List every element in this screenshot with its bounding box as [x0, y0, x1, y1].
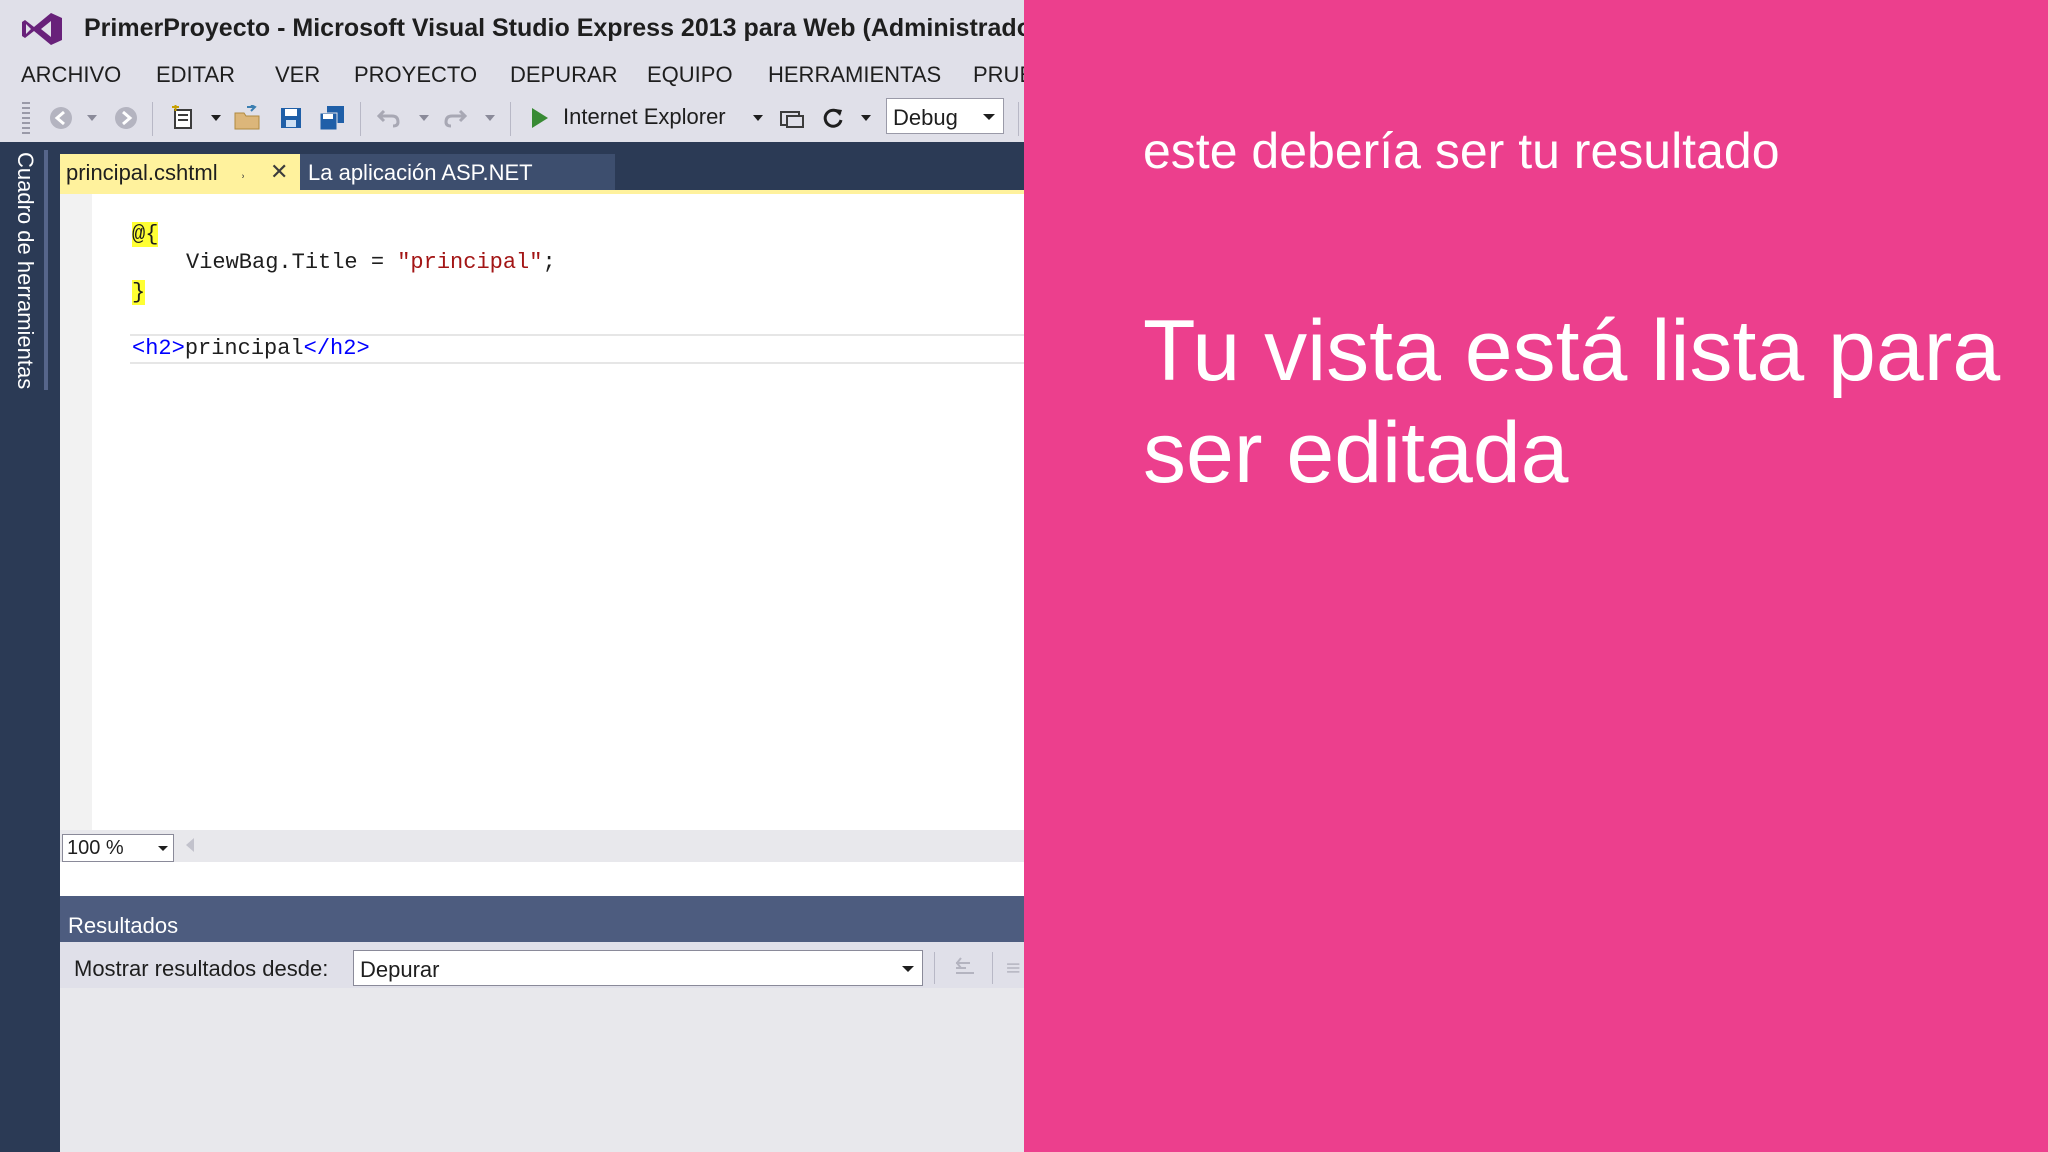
chevron-down-icon — [983, 114, 995, 120]
output-source-select[interactable]: Depurar — [353, 950, 923, 986]
toolbar-separator — [360, 102, 361, 136]
toolbar-separator — [1018, 102, 1019, 136]
zoom-select[interactable]: 100 % — [62, 834, 174, 862]
output-panel-header[interactable] — [60, 896, 1024, 942]
razor-block-open: @{ — [132, 222, 159, 247]
find-message-icon[interactable] — [950, 954, 980, 982]
menu-ver[interactable]: VER — [275, 62, 320, 88]
menu-herramientas[interactable]: HERRAMIENTAS — [768, 62, 941, 88]
tab-label: La aplicación ASP.NET — [308, 160, 533, 185]
code-line-2: ViewBag.Title = "principal"; — [186, 250, 556, 275]
menu-depurar[interactable]: DEPURAR — [510, 62, 618, 88]
refresh-icon[interactable] — [818, 104, 848, 132]
html-tag-close: </h2> — [303, 336, 370, 361]
open-folder-icon[interactable] — [232, 104, 264, 132]
solution-configuration-select[interactable]: Debug — [886, 98, 1004, 134]
save-all-icon[interactable] — [316, 104, 348, 132]
run-target-dropdown-icon[interactable] — [750, 104, 766, 132]
back-dropdown-icon[interactable] — [84, 104, 100, 132]
menu-equipo[interactable]: EQUIPO — [647, 62, 733, 88]
clear-all-icon[interactable] — [1004, 954, 1024, 982]
toolbar-separator — [992, 952, 993, 984]
horizontal-scrollbar[interactable] — [60, 830, 1024, 862]
scroll-left-icon[interactable] — [186, 838, 194, 852]
start-debugging-icon[interactable] — [526, 104, 552, 132]
output-source-label: Mostrar resultados desde: — [74, 956, 329, 981]
code-string: "principal" — [397, 250, 543, 275]
chevron-down-icon — [902, 966, 914, 972]
razor-block-close: } — [132, 280, 146, 305]
visual-studio-logo-icon — [22, 13, 62, 45]
toolbar-separator — [152, 102, 153, 136]
zoom-value: 100 % — [67, 837, 124, 859]
editor-bottom-band — [60, 862, 1024, 892]
output-panel-body[interactable] — [60, 988, 1024, 1152]
tab-label: principal.cshtml — [66, 160, 218, 185]
window-title: PrimerProyecto - Microsoft Visual Studio… — [84, 14, 1042, 42]
redo-dropdown-icon[interactable] — [482, 104, 498, 132]
code-assignment: ViewBag.Title = — [186, 250, 398, 275]
code-line-4: <h2>principal</h2> — [132, 336, 370, 361]
chevron-down-icon — [158, 846, 168, 851]
new-dropdown-icon[interactable] — [208, 104, 224, 132]
undo-dropdown-icon[interactable] — [416, 104, 432, 132]
forward-icon[interactable] — [111, 104, 141, 132]
refresh-dropdown-icon[interactable] — [858, 104, 874, 132]
code-editor[interactable] — [60, 190, 1024, 834]
back-icon[interactable] — [46, 104, 76, 132]
editor-gutter — [60, 194, 92, 830]
menu-editar[interactable]: EDITAR — [156, 62, 235, 88]
save-icon[interactable] — [276, 104, 306, 132]
output-panel-title: Resultados — [68, 913, 179, 938]
toolbar-grip[interactable] — [22, 102, 30, 134]
run-target-button[interactable]: Internet Explorer — [563, 104, 726, 130]
html-text: principal — [184, 336, 304, 361]
configuration-value: Debug — [893, 105, 958, 130]
code-line-1: @{ — [132, 222, 159, 247]
toolbar-separator — [934, 952, 935, 984]
toolbox-tab-label: Cuadro de herramientas — [13, 152, 38, 390]
menu-proyecto[interactable]: PROYECTO — [354, 62, 477, 88]
new-project-icon[interactable] — [168, 104, 198, 132]
redo-icon[interactable] — [440, 104, 470, 132]
pin-icon[interactable]: ˒ — [240, 163, 246, 184]
code-semicolon: ; — [542, 250, 556, 275]
undo-icon[interactable] — [374, 104, 404, 132]
toolbar-separator — [510, 102, 511, 136]
menu-archivo[interactable]: ARCHIVO — [21, 62, 121, 88]
output-source-value: Depurar — [360, 957, 440, 982]
close-icon[interactable]: ✕ — [270, 159, 288, 185]
code-line-3: } — [132, 280, 146, 305]
caption-subtitle: este debería ser tu resultado — [1143, 123, 1780, 179]
caption-headline: Tu vista está lista para ser editada — [1143, 303, 2001, 501]
browser-link-icon[interactable] — [776, 104, 808, 132]
html-tag-open: <h2> — [132, 336, 185, 361]
